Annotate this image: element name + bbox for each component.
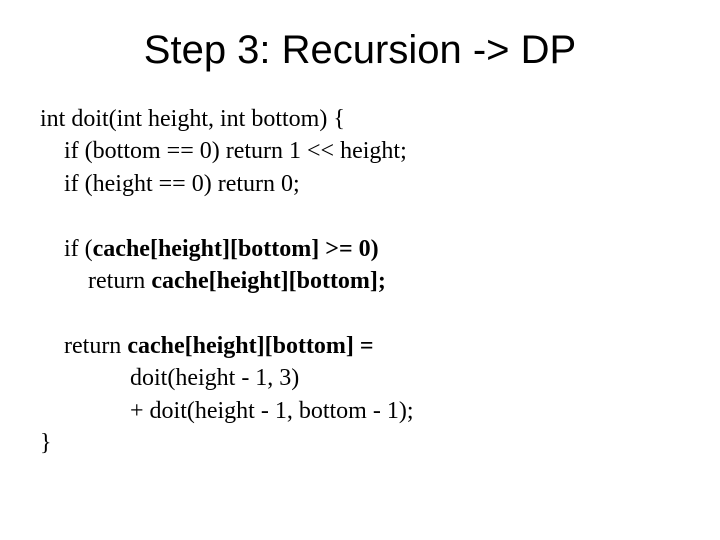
code-line-8a: return bbox=[40, 333, 127, 359]
slide-title: Step 3: Recursion -> DP bbox=[40, 28, 680, 73]
code-line-11: } bbox=[40, 430, 52, 456]
code-line-5a: if ( bbox=[40, 236, 93, 262]
code-line-2: if (bottom == 0) return 1 << height; bbox=[40, 138, 407, 164]
slide: Step 3: Recursion -> DP int doit(int hei… bbox=[0, 0, 720, 540]
code-line-5b: cache[height][bottom] >= 0) bbox=[93, 236, 379, 262]
code-line-8b: cache[height][bottom] = bbox=[127, 333, 373, 359]
code-block: int doit(int height, int bottom) { if (b… bbox=[40, 103, 680, 459]
code-line-3: if (height == 0) return 0; bbox=[40, 171, 300, 197]
code-line-6b: cache[height][bottom]; bbox=[151, 268, 386, 294]
code-line-9: doit(height - 1, 3) bbox=[40, 365, 299, 391]
code-line-6a: return bbox=[40, 268, 151, 294]
code-line-10: + doit(height - 1, bottom - 1); bbox=[40, 398, 414, 424]
code-line-1: int doit(int height, int bottom) { bbox=[40, 106, 345, 132]
